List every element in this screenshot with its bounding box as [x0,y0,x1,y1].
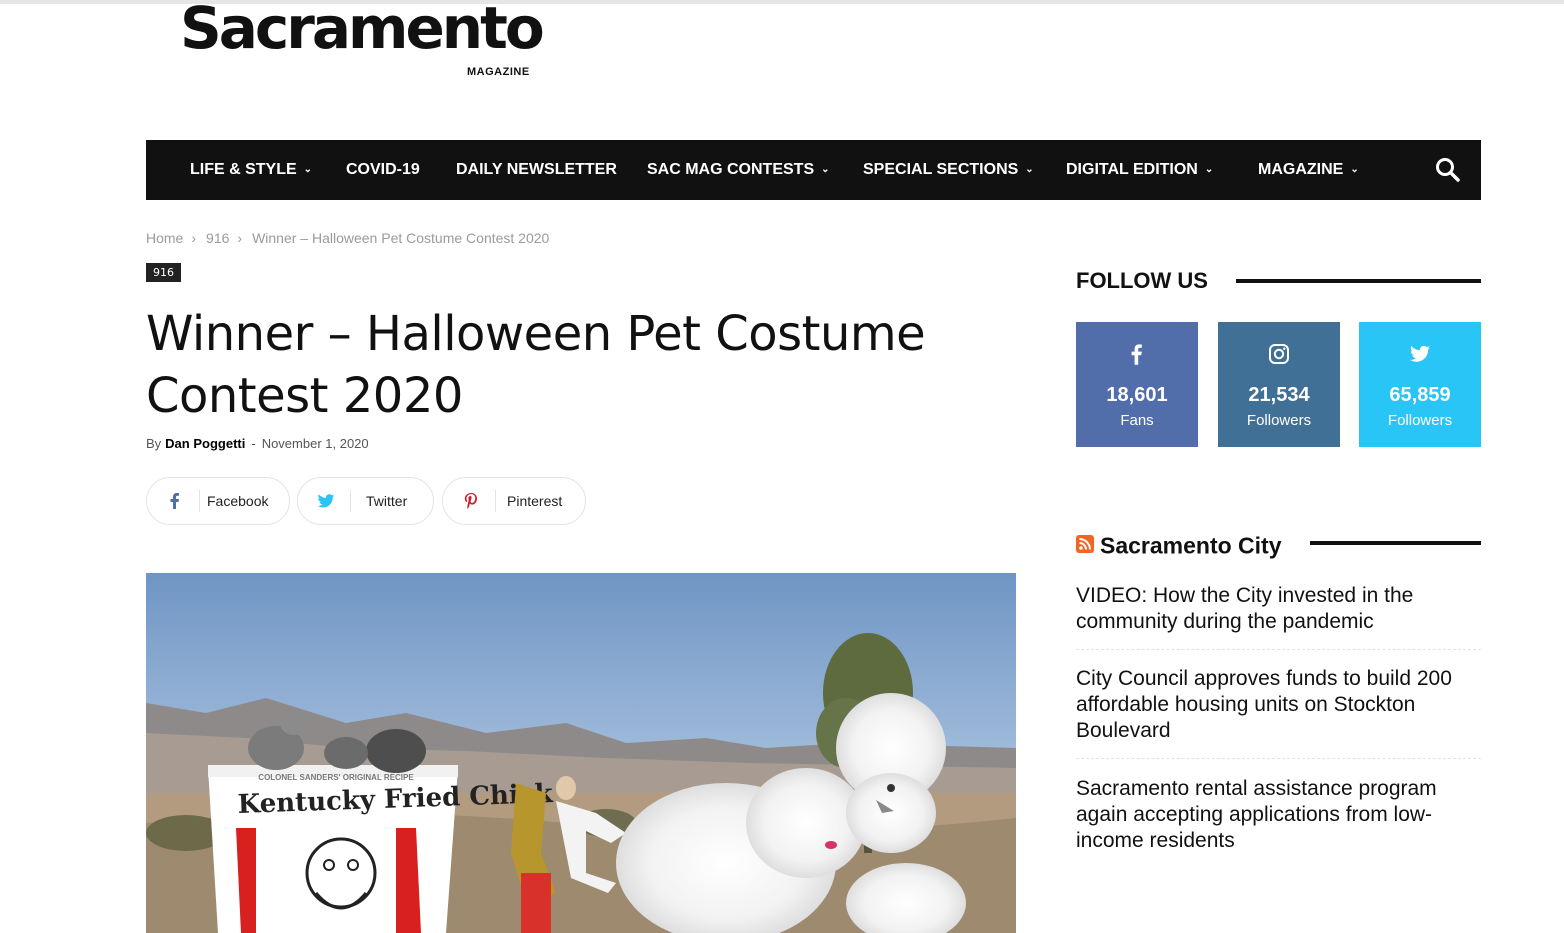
follow-unit: Fans [1120,412,1154,429]
news-divider [1076,649,1481,650]
news-link[interactable]: Sacramento rental assistance program aga… [1076,776,1481,854]
breadcrumb-current: Winner – Halloween Pet Costume Contest 2… [252,230,550,246]
nav-label: DAILY NEWSLETTER [456,161,617,178]
chevron-down-icon: ⌄ [303,164,313,175]
block-title-rule [1236,279,1481,283]
twitter-icon [1408,342,1432,366]
pinterest-icon [461,491,481,511]
follow-count: 65,859 [1389,384,1451,406]
bucket-top-text: COLONEL SANDERS' ORIGINAL RECIPE [258,773,414,782]
facebook-icon [1125,342,1149,366]
rss-icon [1076,532,1094,559]
nav-label: LIFE & STYLE [190,161,297,178]
chevron-down-icon: ⌄ [1025,164,1034,175]
follow-facebook[interactable]: 18,601 Fans [1076,322,1198,447]
share-facebook-button[interactable]: Facebook [146,477,290,525]
nav-item-digital-edition[interactable]: DIGITAL EDITION ⌄ [1066,140,1213,200]
category-tag[interactable]: 916 [146,263,181,282]
article-title: Winner – Halloween Pet Costume Contest 2… [146,306,926,424]
follow-unit: Followers [1387,412,1453,429]
share-twitter-button[interactable]: Twitter [297,477,434,525]
nav-label: COVID-19 [346,161,420,178]
facebook-icon [165,491,185,511]
news-link[interactable]: City Council approves funds to build 200… [1076,666,1481,744]
nav-item-covid-19[interactable]: COVID-19 [346,140,420,200]
chevron-down-icon: ⌄ [1350,164,1359,175]
breadcrumb-separator: › [191,230,197,246]
nav-item-special-sections[interactable]: SPECIAL SECTIONS ⌄ [863,140,1034,200]
logo-subtitle: MAGAZINE [467,66,530,78]
nav-label: DIGITAL EDITION [1066,161,1198,178]
breadcrumb-home[interactable]: Home [146,230,183,246]
nav-label: MAGAZINE [1258,161,1344,178]
chevron-down-icon: ⌄ [1204,164,1214,175]
follow-count: 21,534 [1248,384,1310,406]
share-label: Twitter [366,493,408,509]
rss-block-title: Sacramento City [1076,531,1296,560]
breadcrumb-separator: › [237,230,243,246]
site-logo[interactable]: Sacramento MAGAZINE [180,0,545,82]
follow-twitter[interactable]: 65,859 Followers [1359,322,1481,447]
nav-item-sac-mag-contests[interactable]: SAC MAG CONTESTS ⌄ [647,140,830,200]
twitter-icon [316,491,336,511]
breadcrumb: Home › 916 › Winner – Halloween Pet Costume … [146,230,557,246]
author-link[interactable]: Dan Poggetti [165,436,245,451]
nav-item-daily-newsletter[interactable]: DAILY NEWSLETTER [456,140,617,200]
share-pinterest-button[interactable]: Pinterest [442,477,586,525]
byline: By Dan Poggetti - November 1, 2020 [146,436,369,451]
chevron-down-icon: ⌄ [821,164,830,175]
news-divider [1076,758,1481,759]
nav-label: SAC MAG CONTESTS [647,161,815,178]
news-link[interactable]: VIDEO: How the City invested in the comm… [1076,583,1481,635]
featured-image[interactable]: COLONEL SANDERS' ORIGINAL RECIPE Kentuck… [146,573,1016,933]
follow-count: 18,601 [1106,384,1168,406]
publish-date: November 1, 2020 [261,436,369,451]
rss-title-text[interactable]: Sacramento City [1100,532,1282,558]
share-divider [495,490,496,512]
logo-wordmark: Sacramento [180,0,545,62]
share-divider [350,490,351,512]
byline-by: By [146,436,162,451]
follow-unit: Followers [1246,412,1312,429]
block-title-rule [1310,541,1481,545]
instagram-icon [1267,342,1291,366]
share-divider [199,490,200,512]
byline-dash: - [251,436,256,451]
nav-item-magazine[interactable]: MAGAZINE ⌄ [1258,140,1359,200]
nav-label: SPECIAL SECTIONS [863,161,1019,178]
nav-item-life-style[interactable]: LIFE & STYLE ⌄ [190,140,312,200]
follow-instagram[interactable]: 21,534 Followers [1218,322,1340,447]
breadcrumb-section[interactable]: 916 [206,230,229,246]
share-label: Facebook [207,493,269,509]
main-nav: LIFE & STYLE ⌄ COVID-19 DAILY NEWSLETTER … [146,140,1481,200]
search-icon[interactable] [1435,157,1461,183]
follow-us-title: FOLLOW US [1076,268,1222,294]
share-label: Pinterest [507,493,563,509]
